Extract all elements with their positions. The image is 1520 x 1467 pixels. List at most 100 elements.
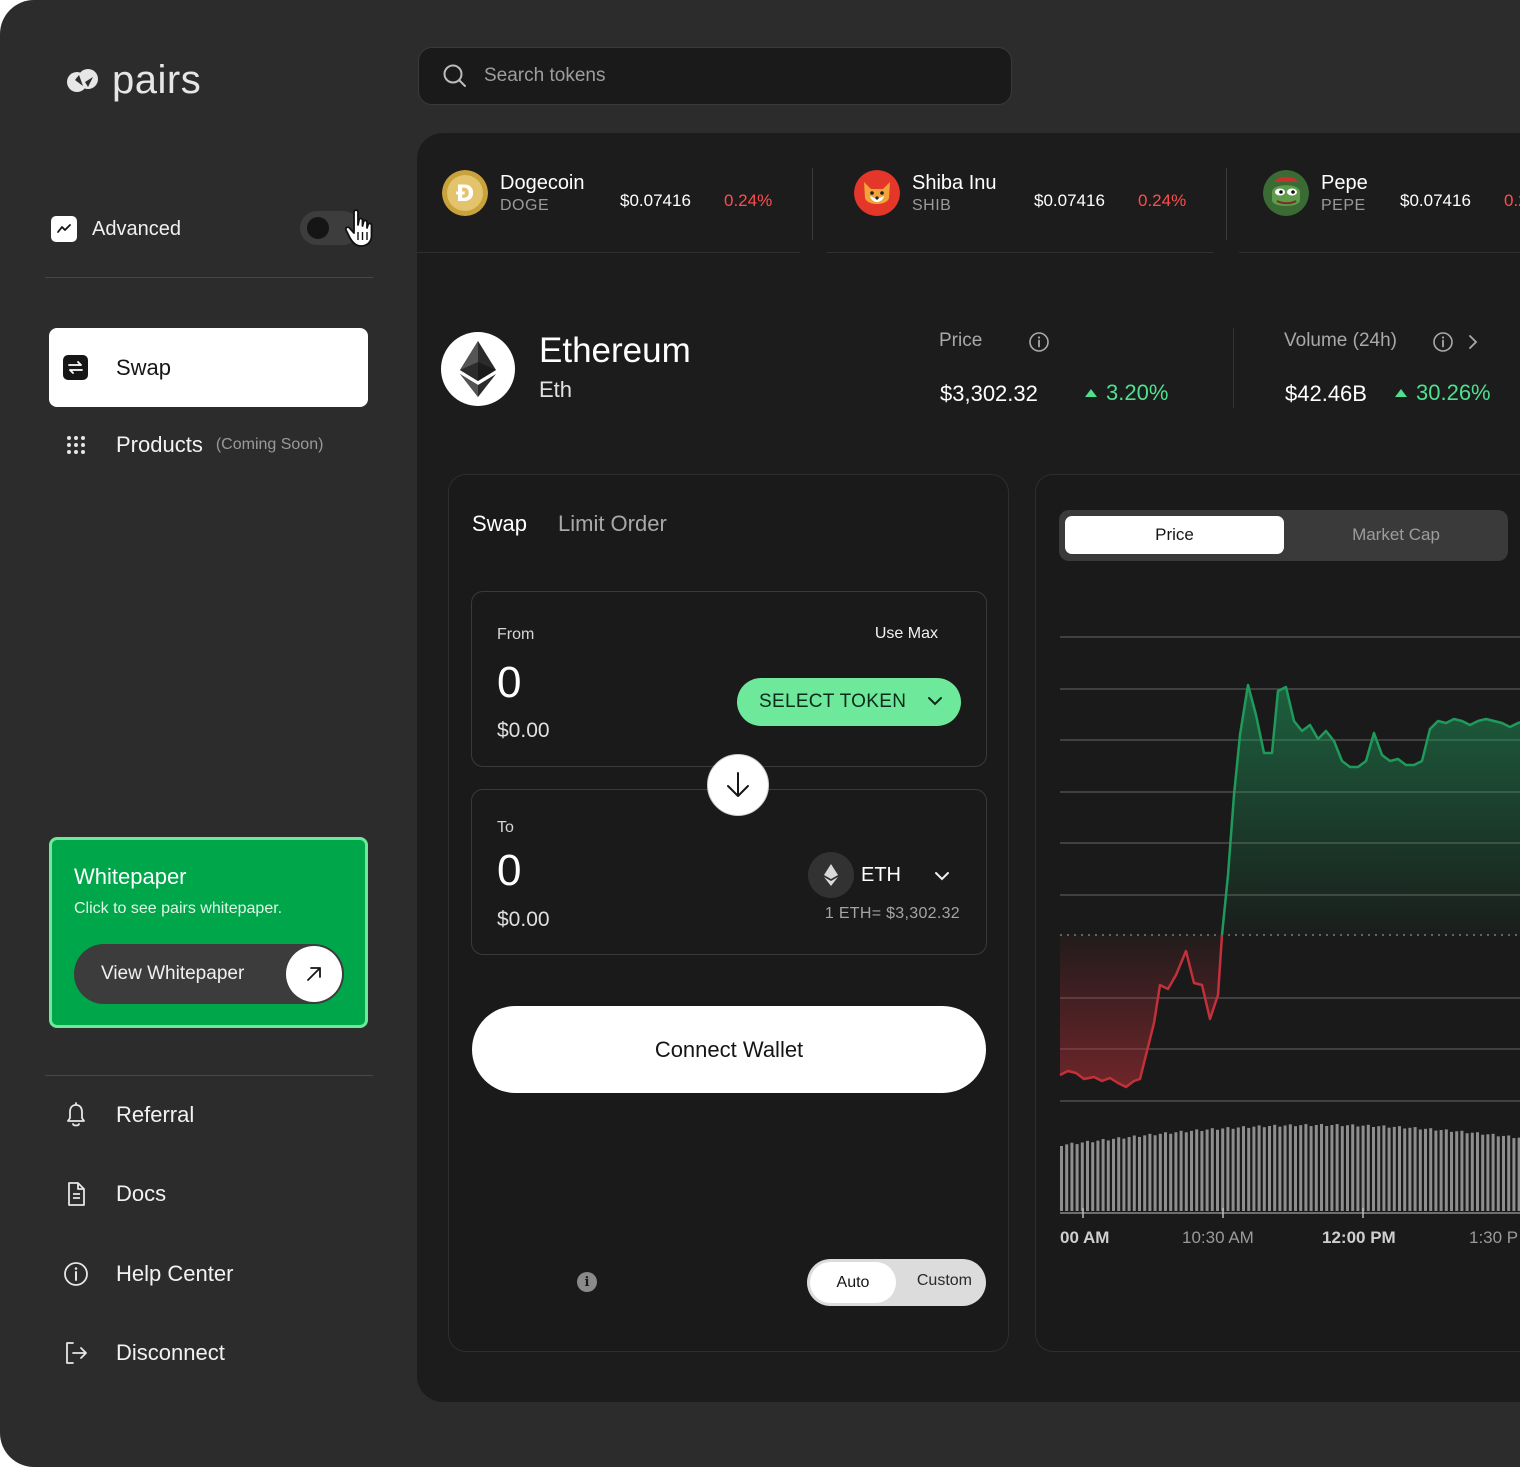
volume-bar — [1455, 1131, 1459, 1211]
volume-bar — [1309, 1126, 1313, 1211]
to-usd-value: $0.00 — [497, 908, 550, 931]
sidebar-item-help-center[interactable]: Help Center — [63, 1261, 233, 1287]
slippage-auto-option[interactable]: Auto — [810, 1262, 896, 1303]
sidebar-item-label: Swap — [116, 354, 172, 380]
from-amount[interactable]: 0 — [497, 658, 521, 708]
volume-bar — [1278, 1126, 1282, 1211]
volume-bars — [1060, 1124, 1520, 1211]
from-usd-value: $0.00 — [497, 719, 550, 742]
volume-bar — [1366, 1124, 1370, 1211]
to-label: To — [497, 819, 514, 836]
price-area-down — [1060, 935, 1222, 1087]
sidebar-item-products[interactable]: Products (Coming Soon) — [63, 432, 323, 458]
ticker-price: $0.07416 — [1034, 191, 1105, 210]
volume-bar — [1372, 1126, 1375, 1211]
volume-bar — [1086, 1140, 1089, 1211]
volume-bar — [1242, 1126, 1245, 1211]
volume-change-value: 30.26% — [1416, 380, 1491, 405]
info-icon[interactable]: i — [577, 1272, 597, 1292]
volume-bar — [1262, 1127, 1266, 1211]
view-whitepaper-button[interactable]: View Whitepaper — [74, 944, 344, 1004]
volume-value: $42.46B — [1285, 381, 1367, 406]
volume-bar — [1377, 1126, 1381, 1211]
exchange-rate: 1 ETH= $3,302.32 — [824, 905, 960, 922]
volume-bar — [1512, 1138, 1516, 1211]
info-icon — [63, 1261, 89, 1287]
arrow-down-icon — [727, 772, 749, 797]
sidebar-item-disconnect[interactable]: Disconnect — [63, 1340, 225, 1366]
connect-wallet-button[interactable]: Connect Wallet — [472, 1006, 986, 1093]
ethereum-icon — [808, 852, 854, 898]
tab-swap[interactable]: Swap — [472, 511, 527, 537]
sidebar-item-docs[interactable]: Docs — [63, 1181, 166, 1207]
volume-bar — [1195, 1129, 1199, 1211]
volume-bar — [1424, 1128, 1427, 1211]
app-window: pairs Advanced Swap Products (Coming Soo… — [0, 0, 1520, 1467]
volume-bar — [1314, 1125, 1318, 1211]
select-token-button[interactable]: SELECT TOKEN — [737, 678, 961, 726]
ticker-separator — [1226, 168, 1227, 240]
logout-icon — [63, 1340, 89, 1366]
volume-bar — [1210, 1128, 1214, 1211]
volume-bar — [1091, 1142, 1095, 1211]
volume-bar — [1122, 1138, 1126, 1211]
volume-bar — [1070, 1142, 1074, 1211]
trend-icon — [51, 216, 77, 242]
volume-bar — [1138, 1136, 1141, 1211]
ticker-item-pepe[interactable]: Pepe PEPE — [1263, 133, 1368, 253]
volume-bar — [1320, 1124, 1323, 1211]
volume-bar — [1060, 1146, 1063, 1211]
token-ticker: Ð Dogecoin DOGE $0.07416 0.24% Shiba Inu… — [417, 133, 1520, 253]
ticker-item-doge[interactable]: Ð Dogecoin DOGE — [442, 133, 585, 253]
chart-card: Price Market Cap 00 AM 10:30 AM 12:00 PM… — [1035, 474, 1520, 1352]
slippage-custom-option[interactable]: Custom — [917, 1272, 972, 1290]
volume-bar — [1392, 1126, 1396, 1211]
volume-bar — [1221, 1128, 1225, 1211]
volume-bar — [1325, 1126, 1329, 1211]
price-chart[interactable]: 00 AM 10:30 AM 12:00 PM 1:30 P — [1036, 475, 1520, 1352]
sidebar-item-label: Help Center — [116, 1261, 234, 1286]
to-token-selector[interactable]: ETH — [808, 852, 949, 898]
from-label: From — [497, 626, 535, 643]
volume-bar — [1465, 1133, 1469, 1211]
ethereum-logo-icon — [441, 332, 515, 406]
volume-bar — [1158, 1133, 1162, 1211]
volume-bar — [1112, 1138, 1115, 1211]
volume-bar — [1356, 1126, 1360, 1211]
ticker-item-shib[interactable]: Shiba Inu SHIB — [854, 133, 997, 253]
info-icon[interactable] — [1028, 331, 1050, 353]
volume-bar — [1226, 1127, 1230, 1211]
swap-direction-button[interactable] — [707, 754, 769, 816]
volume-bar — [1231, 1128, 1235, 1211]
volume-bar — [1257, 1125, 1261, 1211]
volume-bar — [1398, 1126, 1401, 1211]
volume-bar — [1179, 1130, 1183, 1211]
volume-bar — [1418, 1129, 1422, 1211]
volume-bar — [1460, 1130, 1464, 1211]
pairs-logo-icon — [67, 68, 98, 92]
volume-bar — [1143, 1135, 1147, 1211]
volume-bar — [1434, 1130, 1438, 1211]
sidebar-item-label: Referral — [116, 1102, 195, 1127]
search-input[interactable] — [484, 65, 964, 87]
volume-bar — [1491, 1133, 1495, 1211]
advanced-label: Advanced — [92, 217, 181, 240]
volume-bar — [1184, 1132, 1188, 1211]
chevron-right-icon[interactable] — [1466, 334, 1480, 350]
volume-bar — [1304, 1124, 1308, 1211]
ticker-name: Dogecoin — [500, 171, 585, 194]
use-max-button[interactable]: Use Max — [875, 625, 938, 643]
sidebar-item-referral[interactable]: Referral — [63, 1102, 194, 1128]
brand-logo[interactable]: pairs — [66, 58, 201, 103]
whitepaper-subtitle: Click to see pairs whitepaper. — [74, 900, 283, 917]
tab-limit-order[interactable]: Limit Order — [558, 511, 667, 537]
main-panel: Ð Dogecoin DOGE $0.07416 0.24% Shiba Inu… — [417, 133, 1520, 1402]
pepe-icon — [1263, 170, 1309, 216]
ticker-change: 0.24% — [1138, 191, 1187, 210]
sidebar-item-swap[interactable]: Swap — [49, 328, 368, 407]
info-icon[interactable] — [1432, 331, 1454, 353]
volume-bar — [1330, 1125, 1334, 1211]
ticker-underline — [1239, 252, 1520, 253]
volume-bar — [1382, 1125, 1386, 1211]
grid-icon — [63, 432, 89, 458]
